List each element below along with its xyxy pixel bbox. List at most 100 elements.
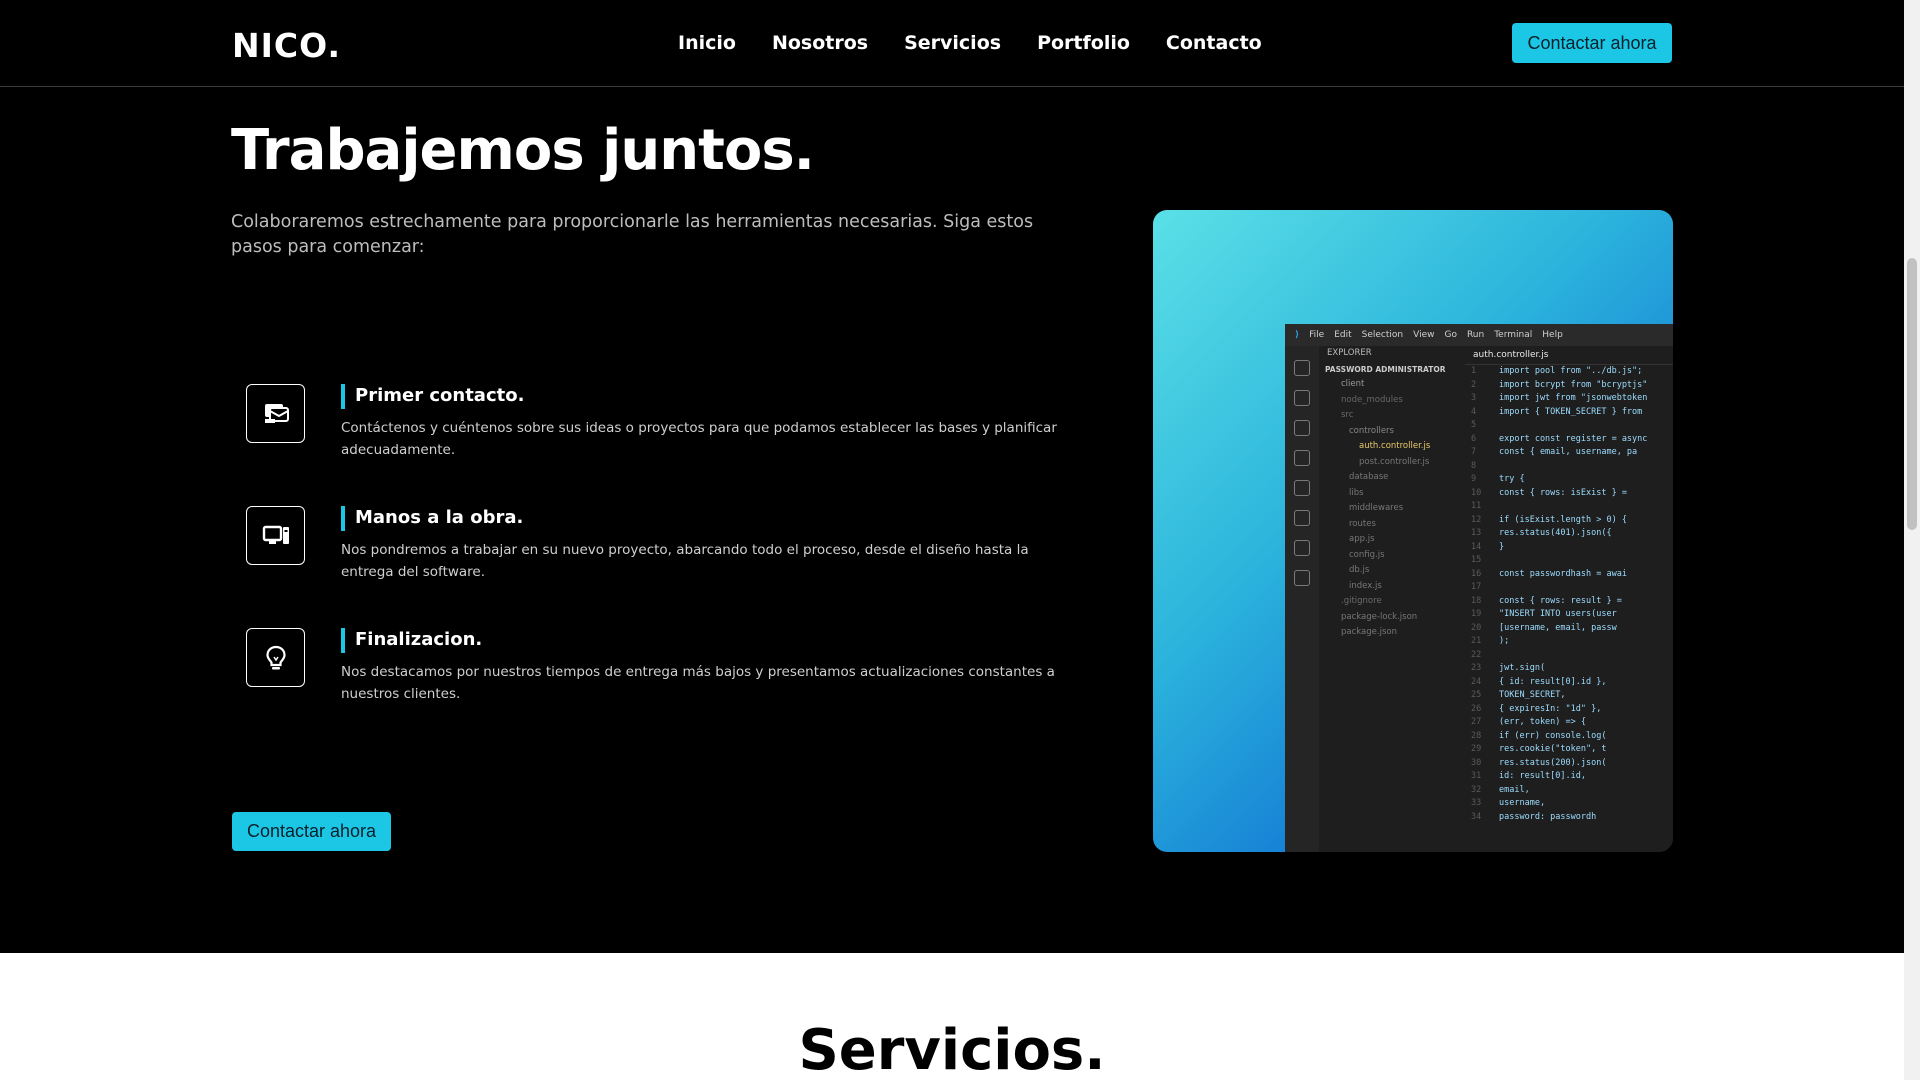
nav-link-contacto[interactable]: Contacto <box>1166 32 1262 54</box>
code-line <box>1465 419 1673 433</box>
code-line: { expiresIn: "1d" }, <box>1465 703 1673 717</box>
step-title: Manos a la obra. <box>355 507 524 528</box>
explorer-item: package-lock.json <box>1341 611 1418 622</box>
code-line <box>1465 649 1673 663</box>
step-accent-bar <box>341 506 345 531</box>
explorer-item: src <box>1341 410 1354 420</box>
contact-now-button[interactable]: Contactar ahora <box>1512 23 1672 63</box>
explorer-item: db.js <box>1349 565 1370 575</box>
explorer-item: client <box>1341 379 1365 389</box>
nav-link-servicios[interactable]: Servicios <box>904 32 1001 54</box>
code-line: const passwordhash = awai <box>1465 568 1673 582</box>
step-text: Nos pondremos a trabajar en su nuevo pro… <box>341 542 1029 580</box>
explorer-item: app.js <box>1349 534 1375 544</box>
explorer-item: middlewares <box>1349 503 1404 513</box>
code-line <box>1465 554 1673 568</box>
step-first-contact: Primer contacto. Contáctenos y cuéntenos… <box>246 384 1057 484</box>
editor-menubar: ⟩ File Edit Selection View Go Run Termin… <box>1285 324 1673 346</box>
contact-now-button-secondary[interactable]: Contactar ahora <box>232 812 391 851</box>
nav-link-nosotros[interactable]: Nosotros <box>772 32 868 54</box>
explorer-item: .gitignore <box>1341 596 1382 606</box>
explorer-item: post.controller.js <box>1359 456 1430 467</box>
code-line: export const register = async <box>1465 433 1673 447</box>
step-accent-bar <box>341 628 345 653</box>
code-line: id: result[0].id, <box>1465 770 1673 784</box>
code-line: ); <box>1465 635 1673 649</box>
editor-menu-item: File <box>1309 330 1325 340</box>
code-line: email, <box>1465 784 1673 798</box>
code-line: import pool from "../db.js"; <box>1465 365 1673 379</box>
code-line <box>1465 460 1673 474</box>
page: NICO. Inicio Nosotros Servicios Portfoli… <box>0 0 1904 1080</box>
code-line: { id: result[0].id }, <box>1465 676 1673 690</box>
code-line: password: passwordh <box>1465 811 1673 825</box>
code-line: if (err) console.log( <box>1465 730 1673 744</box>
code-line: const { rows: result } = <box>1465 595 1673 609</box>
nav-links: Inicio Nosotros Servicios Portfolio Cont… <box>678 32 1262 54</box>
code-line: import { TOKEN_SECRET } from <box>1465 406 1673 420</box>
editor-menu-item: Help <box>1542 330 1563 340</box>
code-line: (err, token) => { <box>1465 716 1673 730</box>
code-line: try { <box>1465 473 1673 487</box>
step-text: Contáctenos y cuéntenos sobre sus ideas … <box>341 420 1057 458</box>
section-intro: Colaboraremos estrechamente para proporc… <box>231 212 1034 257</box>
code-line: const { rows: isExist } = <box>1465 487 1673 501</box>
code-line <box>1465 500 1673 514</box>
computer-icon <box>246 506 305 565</box>
nav-link-inicio[interactable]: Inicio <box>678 32 736 54</box>
editor-explorer: EXPLORER PASSWORD ADMINISTRATOR client n… <box>1319 346 1459 852</box>
editor-menu-item: Terminal <box>1494 330 1533 340</box>
code-line: TOKEN_SECRET, <box>1465 689 1673 703</box>
explorer-item: routes <box>1349 518 1376 529</box>
editor-menu-item: Selection <box>1361 330 1404 340</box>
message-inbox-icon <box>246 384 305 443</box>
code-line: res.cookie("token", t <box>1465 743 1673 757</box>
explorer-item: database <box>1349 472 1389 482</box>
code-line: const { email, username, pa <box>1465 446 1673 460</box>
editor-menu-item: Run <box>1466 330 1485 340</box>
hero-image: ⟩ File Edit Selection View Go Run Termin… <box>1153 210 1673 852</box>
step-hands-on: Manos a la obra. Nos pondremos a trabaja… <box>246 506 1046 606</box>
code-line: } <box>1465 541 1673 555</box>
explorer-item: controllers <box>1349 425 1394 436</box>
code-line: res.status(200).json( <box>1465 757 1673 771</box>
code-line: if (isExist.length > 0) { <box>1465 514 1673 528</box>
code-line: import jwt from "jsonwebtoken <box>1465 392 1673 406</box>
explorer-item: config.js <box>1349 549 1385 560</box>
explorer-item: auth.controller.js <box>1359 441 1431 451</box>
editor-menu-item: Go <box>1444 330 1457 340</box>
scrollbar-thumb[interactable] <box>1907 258 1917 530</box>
explorer-item: libs <box>1349 487 1364 498</box>
code-editor-screenshot: ⟩ File Edit Selection View Go Run Termin… <box>1285 324 1673 852</box>
step-completion: Finalizacion. Nos destacamos por nuestro… <box>246 628 1055 728</box>
code-line <box>1465 581 1673 595</box>
step-accent-bar <box>341 384 345 409</box>
explorer-item: index.js <box>1349 580 1382 591</box>
step-text: Nos destacamos por nuestros tiempos de e… <box>341 664 1055 702</box>
editor-activity-bar <box>1285 346 1319 852</box>
code-lines: import pool from "../db.js";import bcryp… <box>1465 365 1673 824</box>
editor-tab: auth.controller.js <box>1465 346 1673 365</box>
logo[interactable]: NICO. <box>232 26 341 65</box>
vscode-icon: ⟩ <box>1295 330 1300 340</box>
code-line: "INSERT INTO users(user <box>1465 608 1673 622</box>
navbar: NICO. Inicio Nosotros Servicios Portfoli… <box>0 0 1904 87</box>
editor-code-area: auth.controller.js import pool from "../… <box>1465 346 1673 852</box>
code-line: jwt.sign( <box>1465 662 1673 676</box>
explorer-item: package.json <box>1341 627 1397 637</box>
code-line: username, <box>1465 797 1673 811</box>
services-title: Servicios. <box>798 1018 1106 1080</box>
nav-link-portfolio[interactable]: Portfolio <box>1037 32 1130 54</box>
step-title: Primer contacto. <box>355 385 525 406</box>
code-line: [username, email, passw <box>1465 622 1673 636</box>
lightbulb-icon <box>246 628 305 687</box>
editor-menu-item: View <box>1413 330 1435 340</box>
explorer-item: PASSWORD ADMINISTRATOR <box>1325 364 1446 374</box>
explorer-item: node_modules <box>1341 394 1403 405</box>
step-title: Finalizacion. <box>355 629 483 650</box>
code-line: import bcrypt from "bcryptjs" <box>1465 379 1673 393</box>
page-scrollbar[interactable] <box>1904 0 1920 1080</box>
section-title: Trabajemos juntos. <box>231 118 815 183</box>
editor-menu-item: Edit <box>1334 330 1352 340</box>
explorer-title: EXPLORER <box>1327 348 1372 358</box>
